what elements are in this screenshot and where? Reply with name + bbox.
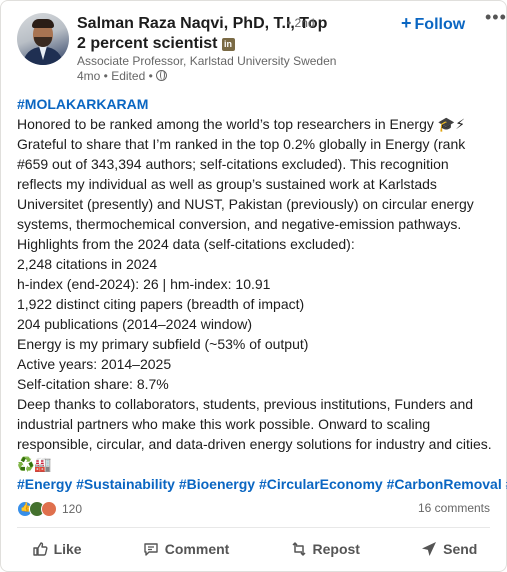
post-meta: 4mo • Edited • [77,69,168,84]
plus-icon: + [401,13,412,33]
post-line: reflects my individual as well as group’… [17,176,437,192]
like-button[interactable]: Like [22,537,92,561]
repost-icon [291,542,306,556]
comment-icon [144,543,158,556]
linkedin-premium-icon: in [221,38,235,51]
post-line: 1,922 distinct citing papers (breadth of… [17,296,305,312]
post-line: #659 out of 343,394 authors; self-citati… [17,156,449,172]
connection-degree: • 2nd [287,16,315,30]
reactions-summary[interactable]: 120 [17,500,82,518]
post-line: industrial partners who make this work p… [17,416,431,432]
divider [17,527,490,528]
follow-button[interactable]: + Follow [401,13,465,34]
globe-icon [156,70,168,81]
post-line: Grateful to share that I’m ranked in the… [17,136,466,152]
post-line: Deep thanks to collaborators, students, … [17,396,474,412]
comments-count[interactable]: 16 comments [418,501,490,515]
hashtag-list[interactable]: #Energy #Sustainability #Bioenergy #Circ… [17,474,507,494]
thumbs-up-icon [32,542,48,556]
post-emoji-line: ♻️🏭 [17,456,52,472]
action-bar: Like Comment Repost Send [1,534,507,564]
love-reaction-icon [41,501,57,517]
post-body: #MOLAKARKARAM Honored to be ranked among… [17,94,507,494]
post-line: 204 publications (2014–2024 window) [17,316,253,332]
post-line: 2,248 citations in 2024 [17,256,158,272]
send-button[interactable]: Send [411,537,487,561]
post-card: Salman Raza Naqvi, PhD, T.I, Top 2 perce… [0,0,507,572]
post-line: Self-citation share: 8.7% [17,376,169,392]
post-line: Energy is my primary subfield (~53% of o… [17,336,309,352]
send-icon [422,542,437,556]
post-line: responsible, circular, and data-driven e… [17,436,492,452]
post-line: Highlights from the 2024 data (self-cita… [17,236,355,252]
reaction-count: 120 [62,502,83,516]
comment-button[interactable]: Comment [133,537,240,561]
post-line: Universitet (presently) and NUST, Pakist… [17,196,474,212]
post-header: Salman Raza Naqvi, PhD, T.I, Top 2 perce… [17,7,506,85]
repost-button[interactable]: Repost [281,537,370,561]
post-line: h-index (end-2024): 26 | hm-index: 10.91 [17,276,271,292]
hashtag-molakarkaram[interactable]: #MOLAKARKARAM [17,94,501,114]
post-line: Active years: 2014–2025 [17,356,172,372]
author-headline: Associate Professor, Karlstad University… [77,54,337,68]
post-line: Honored to be ranked among the world’s t… [17,116,466,132]
author-avatar[interactable] [17,13,69,65]
more-options-icon[interactable]: ••• [485,7,507,28]
post-line: systems, thermochemical conversion, and … [17,216,462,232]
